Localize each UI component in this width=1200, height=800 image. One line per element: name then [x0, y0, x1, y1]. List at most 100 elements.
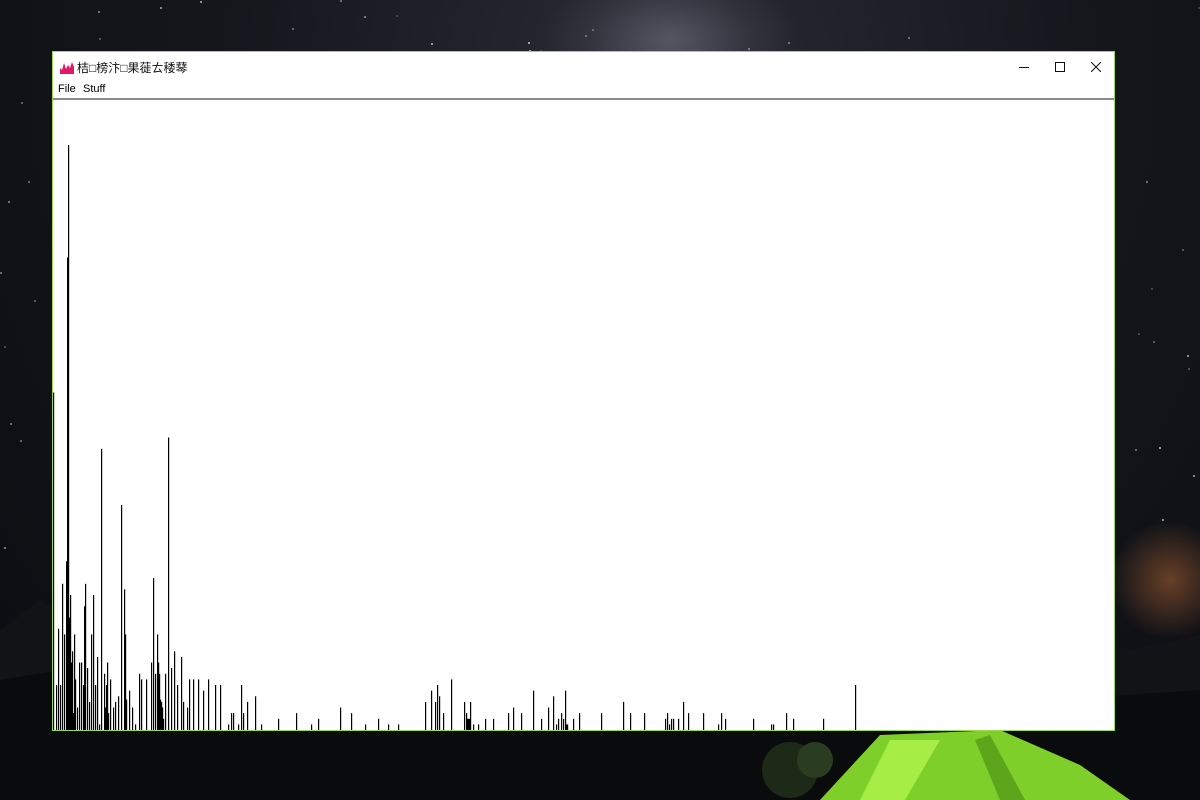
histogram-bar — [241, 685, 243, 730]
histogram-bar — [132, 707, 134, 730]
histogram-bar — [189, 679, 191, 730]
histogram-bar — [388, 724, 390, 730]
histogram-bar — [151, 662, 153, 730]
histogram-bar — [443, 713, 445, 730]
histogram-bar — [553, 696, 555, 730]
histogram-bar — [58, 628, 60, 730]
histogram-bar — [773, 724, 775, 730]
histogram-bar — [478, 724, 480, 730]
menu-file[interactable]: File — [57, 82, 77, 96]
histogram-bar — [793, 718, 795, 730]
close-button[interactable] — [1078, 52, 1114, 82]
histogram-canvas[interactable] — [53, 100, 1114, 730]
histogram-bar — [278, 718, 280, 730]
histogram-bar — [187, 707, 189, 730]
histogram-bar — [53, 392, 55, 730]
minimize-button[interactable] — [1006, 52, 1042, 82]
histogram-bar — [171, 668, 173, 730]
histogram-bar — [508, 713, 510, 730]
histogram-bar — [311, 724, 313, 730]
histogram-bar — [135, 724, 137, 730]
histogram-bar — [108, 713, 110, 730]
histogram-bar — [77, 707, 79, 730]
histogram-bar — [168, 437, 170, 730]
histogram-bar — [855, 685, 857, 730]
histogram-bar — [493, 718, 495, 730]
histogram-bar — [93, 595, 95, 730]
histogram-bar — [521, 713, 523, 730]
histogram-bar — [243, 713, 245, 730]
histogram-bar — [215, 685, 217, 730]
histogram-bar — [220, 685, 222, 730]
histogram-bar — [665, 718, 667, 730]
histogram-bar — [79, 662, 81, 730]
histogram-bar — [153, 578, 155, 730]
histogram-bar — [193, 679, 195, 730]
histogram-bar — [669, 724, 671, 730]
histogram-bar — [181, 656, 183, 730]
histogram-bar — [174, 651, 176, 730]
histogram-bar — [183, 701, 185, 730]
histogram-bar — [786, 713, 788, 730]
histogram-bar — [75, 679, 77, 730]
histogram-bar — [718, 724, 720, 730]
histogram-bar — [163, 718, 165, 730]
histogram-bar — [101, 448, 103, 730]
histogram-bar — [261, 724, 263, 730]
histogram-bar — [177, 685, 179, 730]
histogram-bar — [56, 685, 58, 730]
histogram-bar — [548, 707, 550, 730]
histogram-bar — [203, 690, 205, 730]
histogram-app-icon — [60, 62, 74, 74]
histogram-bar — [238, 724, 240, 730]
histogram-bar — [340, 707, 342, 730]
histogram-bar — [565, 690, 567, 730]
maximize-button[interactable] — [1042, 52, 1078, 82]
menu-bar: File Stuff — [53, 82, 1114, 100]
histogram-bar — [667, 713, 669, 730]
histogram-bar — [165, 673, 167, 730]
histogram-bar — [139, 673, 141, 730]
histogram-bar — [464, 701, 466, 730]
histogram-bar — [198, 679, 200, 730]
histogram-bar — [533, 690, 535, 730]
histogram-bar — [673, 718, 675, 730]
histogram-bar — [601, 713, 603, 730]
histogram-bar — [247, 701, 249, 730]
close-icon — [1091, 62, 1101, 72]
menu-stuff[interactable]: Stuff — [82, 82, 106, 96]
histogram-bar — [141, 679, 143, 730]
histogram-bar — [823, 718, 825, 730]
histogram-bar — [85, 583, 87, 730]
histogram-bar — [753, 718, 755, 730]
histogram-bar — [435, 701, 437, 730]
title-bar[interactable]: 桔□榜汴□果蓰ㄊ䅗䔷 — [53, 52, 1114, 82]
histogram-bar — [155, 673, 157, 730]
histogram-bar — [470, 701, 472, 730]
histogram-bar — [95, 685, 97, 730]
histogram-bar — [99, 724, 101, 730]
histogram-bar — [118, 696, 120, 730]
histogram-bar — [630, 713, 632, 730]
histogram-bar — [126, 699, 128, 730]
histogram-bar — [771, 724, 773, 730]
histogram-bar — [146, 679, 148, 730]
histogram-bar — [129, 690, 131, 730]
histogram-bar — [683, 701, 685, 730]
histogram-bar — [678, 718, 680, 730]
histogram-bar — [81, 662, 83, 730]
histogram-bar — [97, 656, 99, 730]
histogram-bar — [473, 724, 475, 730]
histogram-chart — [53, 145, 857, 730]
maximize-icon — [1055, 62, 1065, 72]
histogram-bar — [60, 685, 62, 730]
histogram-bar — [579, 713, 581, 730]
histogram-bar — [556, 724, 558, 730]
histogram-bar — [644, 713, 646, 730]
histogram-bar — [233, 713, 235, 730]
histogram-bar — [365, 724, 367, 730]
histogram-bar — [110, 679, 112, 730]
histogram-bar — [318, 718, 320, 730]
histogram-bar — [513, 707, 515, 730]
histogram-bar — [558, 718, 560, 730]
